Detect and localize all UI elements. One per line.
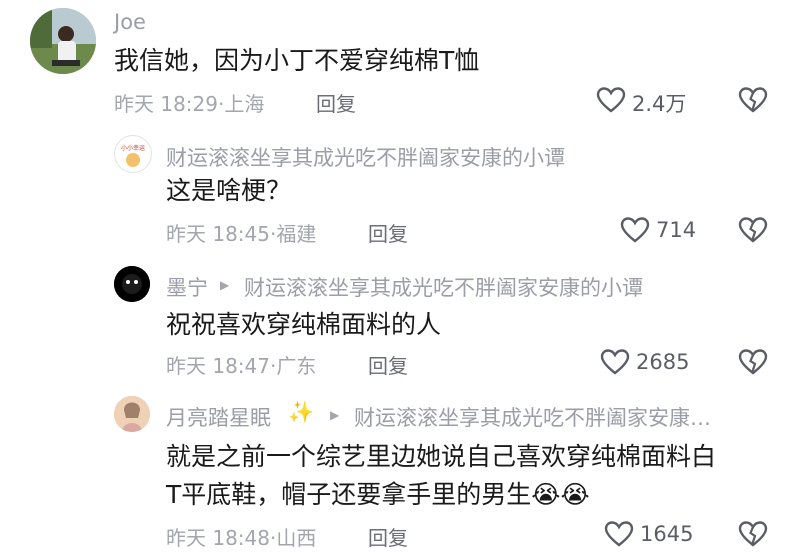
comment-text-continued: T平底鞋，帽子还要拿手里的男生: [166, 480, 532, 509]
avatar[interactable]: [114, 396, 150, 432]
comment-author[interactable]: 月亮踏星眠: [166, 402, 271, 432]
avatar-text: 小小幸运: [121, 144, 145, 152]
reply-to-author[interactable]: 财运滚滚坐享其成光吃不胖阖家安康的小谭: [244, 272, 643, 302]
comment-text: 就是之前一个综艺里边她说自己喜欢穿纯棉面料白: [166, 442, 717, 471]
comment-text: 这是啥梗？: [166, 176, 292, 205]
reply-button[interactable]: 回复: [368, 218, 408, 247]
dislike-icon[interactable]: [738, 216, 768, 244]
comment-time-location: 昨天 18:47·广东: [166, 354, 317, 378]
comment-text: 我信她，因为小丁不爱穿纯棉T恤: [114, 46, 480, 75]
reply-button[interactable]: 回复: [368, 522, 408, 551]
reply-arrow-icon: ▶: [330, 408, 340, 422]
like-count: 714: [656, 218, 697, 242]
like-icon[interactable]: [604, 520, 634, 548]
crying-emoji: 😭😭: [531, 480, 590, 509]
like-count: 2.4万: [632, 92, 687, 116]
comment-author[interactable]: 墨宁: [166, 272, 208, 302]
reply-to-author[interactable]: 财运滚滚坐享其成光吃不胖阖家安康…: [354, 402, 711, 432]
dislike-icon[interactable]: [738, 348, 768, 376]
comment-time-location: 昨天 18:45·福建: [166, 222, 317, 246]
comment-text: 祝祝喜欢穿纯棉面料的人: [166, 310, 442, 339]
dislike-icon[interactable]: [738, 520, 768, 548]
avatar[interactable]: [30, 8, 96, 74]
like-count: 1645: [640, 522, 694, 546]
reply-button[interactable]: 回复: [316, 88, 356, 117]
comment-time-location: 昨天 18:48·山西: [166, 526, 317, 550]
comment-time-location: 昨天 18:29·上海: [114, 92, 265, 116]
avatar[interactable]: 小小幸运: [114, 135, 152, 173]
comment-text-line2: T平底鞋，帽子还要拿手里的男生😭😭: [166, 474, 590, 516]
dislike-icon[interactable]: [738, 86, 768, 114]
like-icon[interactable]: [600, 348, 630, 376]
avatar[interactable]: [114, 266, 150, 302]
like-icon[interactable]: [596, 86, 626, 114]
reply-button[interactable]: 回复: [368, 350, 408, 379]
comment-author[interactable]: 财运滚滚坐享其成光吃不胖阖家安康的小谭: [166, 142, 565, 172]
like-icon[interactable]: [620, 216, 650, 244]
like-count: 2685: [636, 350, 690, 374]
sparkle-emoji: ✨: [288, 400, 315, 424]
comment-author[interactable]: Joe: [114, 10, 146, 34]
reply-arrow-icon: ▶: [220, 278, 230, 292]
